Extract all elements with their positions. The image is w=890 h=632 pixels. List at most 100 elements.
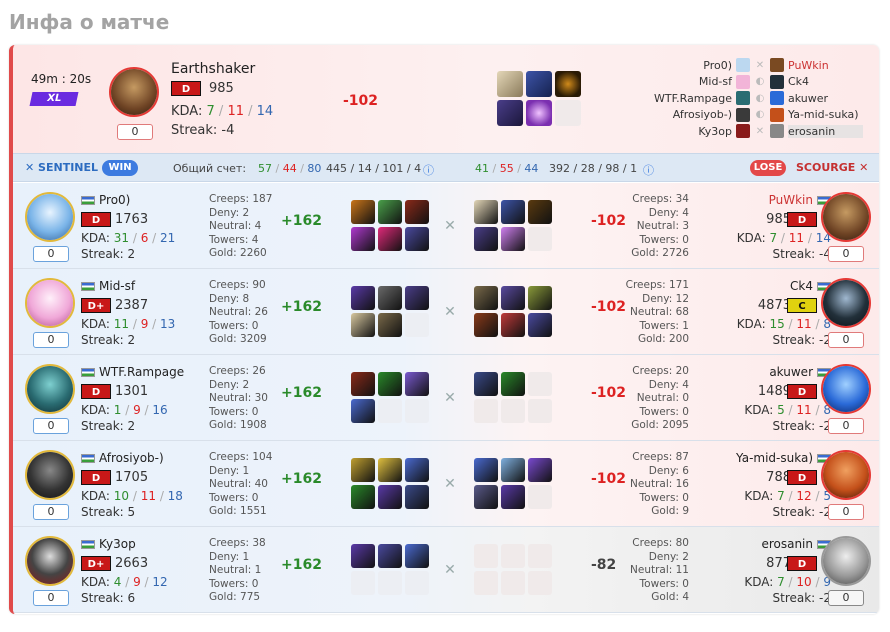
scourge-kda: KDA: 7 / 10 / 9: [744, 575, 831, 589]
item-slot[interactable]: [378, 227, 402, 251]
stat-gold: Gold: 1908: [209, 419, 267, 431]
matchup-row[interactable]: WTF.Rampage ◐ akuwer: [633, 90, 863, 107]
item-slot[interactable]: [405, 372, 429, 396]
matchup-left-name: Pro0): [703, 58, 732, 72]
player-row[interactable]: 0 Afrosiyob-) D 1705 KDA: 10 / 11 / 18 S…: [13, 441, 879, 527]
item-slot[interactable]: [501, 485, 525, 509]
scourge-hero-avatar[interactable]: [821, 450, 871, 500]
item-slot[interactable]: [497, 71, 523, 97]
item-slot[interactable]: [474, 458, 498, 482]
item-slot[interactable]: [351, 399, 375, 423]
featured-items: [497, 71, 581, 126]
player-row[interactable]: 0 Mid-sf D+ 2387 KDA: 11 / 9 / 13 Streak…: [13, 269, 879, 355]
item-slot[interactable]: [528, 313, 552, 337]
item-slot[interactable]: [378, 544, 402, 568]
item-slot[interactable]: [528, 200, 552, 224]
item-slot[interactable]: [528, 286, 552, 310]
scourge-hero-avatar[interactable]: [821, 364, 871, 414]
sentinel-label: ✕ SENTINEL: [25, 161, 99, 174]
item-slot[interactable]: [405, 458, 429, 482]
scourge-hero-avatar[interactable]: [821, 536, 871, 586]
item-slot[interactable]: [378, 286, 402, 310]
matchup-row[interactable]: Afrosiyob-) ◐ Ya-mid-suka): [633, 107, 863, 124]
item-slot[interactable]: [351, 200, 375, 224]
scourge-items: [474, 544, 552, 595]
item-slot[interactable]: [351, 313, 375, 337]
item-slot[interactable]: [497, 100, 523, 126]
sentinel-player-name[interactable]: Ky3op: [81, 537, 136, 551]
item-slot[interactable]: [526, 71, 552, 97]
scourge-hero-avatar[interactable]: [821, 278, 871, 328]
item-slot[interactable]: [378, 372, 402, 396]
item-slot[interactable]: [555, 71, 581, 97]
info-icon[interactable]: ⓘ: [423, 162, 434, 178]
item-slot[interactable]: [378, 458, 402, 482]
player-row[interactable]: 0 Ky3op D+ 2663 KDA: 4 / 9 / 12 Streak: …: [13, 527, 879, 613]
item-slot[interactable]: [405, 485, 429, 509]
scourge-hero-avatar[interactable]: [821, 192, 871, 242]
item-slot[interactable]: [378, 485, 402, 509]
overall-score-label: Общий счет:: [173, 162, 247, 175]
item-slot[interactable]: [405, 544, 429, 568]
player-row[interactable]: 0 WTF.Rampage D 1301 KDA: 1 / 9 / 16 Str…: [13, 355, 879, 441]
sentinel-hero-avatar[interactable]: [25, 278, 75, 328]
player-row[interactable]: 0 Pro0) D 1763 KDA: 31 / 6 / 21 Streak: …: [13, 183, 879, 269]
item-slot-empty: [405, 399, 429, 423]
sentinel-player-name[interactable]: Mid-sf: [81, 279, 135, 293]
xl-badge: XL: [29, 92, 79, 106]
item-slot[interactable]: [474, 286, 498, 310]
scourge-player-name[interactable]: Ya-mid-suka): [736, 451, 831, 465]
matchup-row[interactable]: Ky3op ✕ erosanin: [633, 123, 863, 140]
scourge-kda: 41 / 55 / 44: [475, 162, 539, 175]
matchup-row[interactable]: Pro0) ✕ PuWkin: [633, 57, 863, 74]
item-slot[interactable]: [351, 485, 375, 509]
sentinel-hero-avatar[interactable]: [25, 364, 75, 414]
item-slot[interactable]: [501, 313, 525, 337]
item-slot[interactable]: [501, 227, 525, 251]
item-slot[interactable]: [405, 227, 429, 251]
item-slot[interactable]: [351, 227, 375, 251]
sentinel-player-name[interactable]: WTF.Rampage: [81, 365, 184, 379]
item-slot[interactable]: [474, 485, 498, 509]
matchup-row[interactable]: Mid-sf ◐ Ck4: [633, 74, 863, 91]
sentinel-hero-avatar[interactable]: [25, 536, 75, 586]
item-slot[interactable]: [528, 458, 552, 482]
scourge-kda: KDA: 5 / 11 / 8: [744, 403, 831, 417]
info-icon[interactable]: ⓘ: [643, 162, 654, 178]
scourge-streak: Streak: -2: [772, 419, 832, 433]
item-slot[interactable]: [378, 200, 402, 224]
item-slot[interactable]: [501, 372, 525, 396]
sentinel-player-name[interactable]: Pro0): [81, 193, 130, 207]
hero-icon: [736, 58, 750, 73]
item-slot[interactable]: [474, 313, 498, 337]
item-slot[interactable]: [501, 286, 525, 310]
item-slot[interactable]: [405, 286, 429, 310]
item-slot[interactable]: [351, 458, 375, 482]
versus-swords-icon: ✕: [444, 562, 456, 578]
sentinel-hero-avatar[interactable]: [25, 450, 75, 500]
featured-hero-name[interactable]: Earthshaker: [171, 61, 255, 77]
item-slot[interactable]: [351, 286, 375, 310]
featured-hero-avatar[interactable]: [109, 67, 159, 117]
stat-deny: Deny: 1: [209, 464, 250, 477]
item-slot[interactable]: [351, 544, 375, 568]
sentinel-player-name[interactable]: Afrosiyob-): [81, 451, 164, 465]
item-slot[interactable]: [474, 372, 498, 396]
item-slot[interactable]: [378, 313, 402, 337]
scourge-player-name[interactable]: PuWkin: [769, 193, 831, 207]
sentinel-streak: Streak: 2: [81, 333, 136, 347]
item-slot[interactable]: [501, 458, 525, 482]
sentinel-score-box: 0: [33, 418, 69, 434]
scourge-player-name[interactable]: akuwer: [769, 365, 831, 379]
stat-creeps: Creeps: 187: [209, 193, 273, 205]
item-slot[interactable]: [405, 200, 429, 224]
item-slot[interactable]: [351, 372, 375, 396]
item-slot[interactable]: [474, 200, 498, 224]
sentinel-icon: ✕: [25, 161, 39, 174]
sentinel-hero-avatar[interactable]: [25, 192, 75, 242]
item-slot[interactable]: [501, 200, 525, 224]
sentinel-kda: KDA: 31 / 6 / 21: [81, 231, 176, 245]
item-slot[interactable]: [474, 227, 498, 251]
scourge-player-name[interactable]: erosanin: [761, 537, 831, 551]
item-slot[interactable]: [526, 100, 552, 126]
